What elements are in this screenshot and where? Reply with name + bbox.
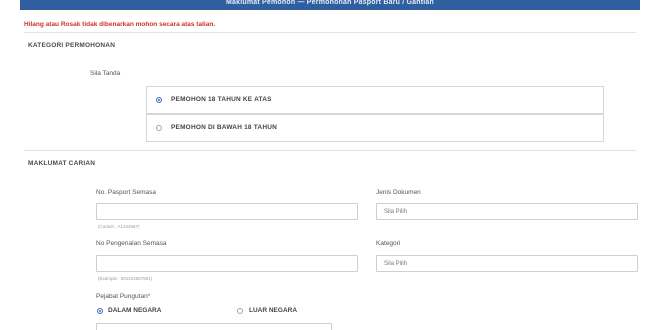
passport-hint: (Contoh : A1234567) <box>98 224 140 229</box>
radio-luar-negara[interactable] <box>237 308 243 314</box>
luar-negara-label: LUAR NEGARA <box>249 307 298 314</box>
pejabat-label-text: Pejabat Pungutan <box>96 293 148 300</box>
pejabat-select[interactable] <box>96 323 332 330</box>
ic-label: No Pengenalan Semasa <box>96 240 167 247</box>
passport-label: No. Pasport Semasa <box>96 189 156 196</box>
ic-input[interactable] <box>96 255 358 272</box>
divider <box>24 150 636 151</box>
option-18-above[interactable]: PEMOHON 18 TAHUN KE ATAS <box>146 86 604 114</box>
pejabat-label: Pejabat Pungutan* <box>96 293 150 300</box>
kategori-label: Kategori <box>376 240 401 247</box>
jenis-dokumen-value: Sila Pilih <box>384 209 408 215</box>
kategori-value: Sila Pilih <box>384 261 408 267</box>
radio-18-below[interactable] <box>156 125 162 131</box>
passport-input[interactable] <box>96 203 358 220</box>
radio-dalam-negara[interactable] <box>97 308 103 314</box>
section-title-carian: MAKLUMAT CARIAN <box>28 160 96 167</box>
section-title-kategori: KATEGORI PERMOHONAN <box>28 42 116 49</box>
sila-tanda-label: Sila Tanda <box>90 70 121 77</box>
required-mark: * <box>147 293 151 300</box>
option-18-above-label: PEMOHON 18 TAHUN KE ATAS <box>171 96 272 103</box>
option-18-below[interactable]: PEMOHON DI BAWAH 18 TAHUN <box>146 114 604 142</box>
dalam-negara-label: DALAM NEGARA <box>108 307 162 314</box>
option-18-below-label: PEMOHON DI BAWAH 18 TAHUN <box>171 124 277 131</box>
page-title: Maklumat Pemohon — Permohonan Pasport Ba… <box>226 0 434 6</box>
warning-notice: Hilang atau Rosak tidak dibenarkan mohon… <box>24 21 216 28</box>
radio-18-above[interactable] <box>156 97 162 103</box>
jenis-dokumen-select[interactable]: Sila Pilih <box>376 203 638 220</box>
kategori-select[interactable]: Sila Pilih <box>376 255 638 272</box>
ic-hint: (Example : 801234567891) <box>98 276 153 281</box>
divider <box>24 32 636 33</box>
page-header: Maklumat Pemohon — Permohonan Pasport Ba… <box>20 0 640 10</box>
jenis-dokumen-label: Jenis Dokumen <box>376 189 421 196</box>
